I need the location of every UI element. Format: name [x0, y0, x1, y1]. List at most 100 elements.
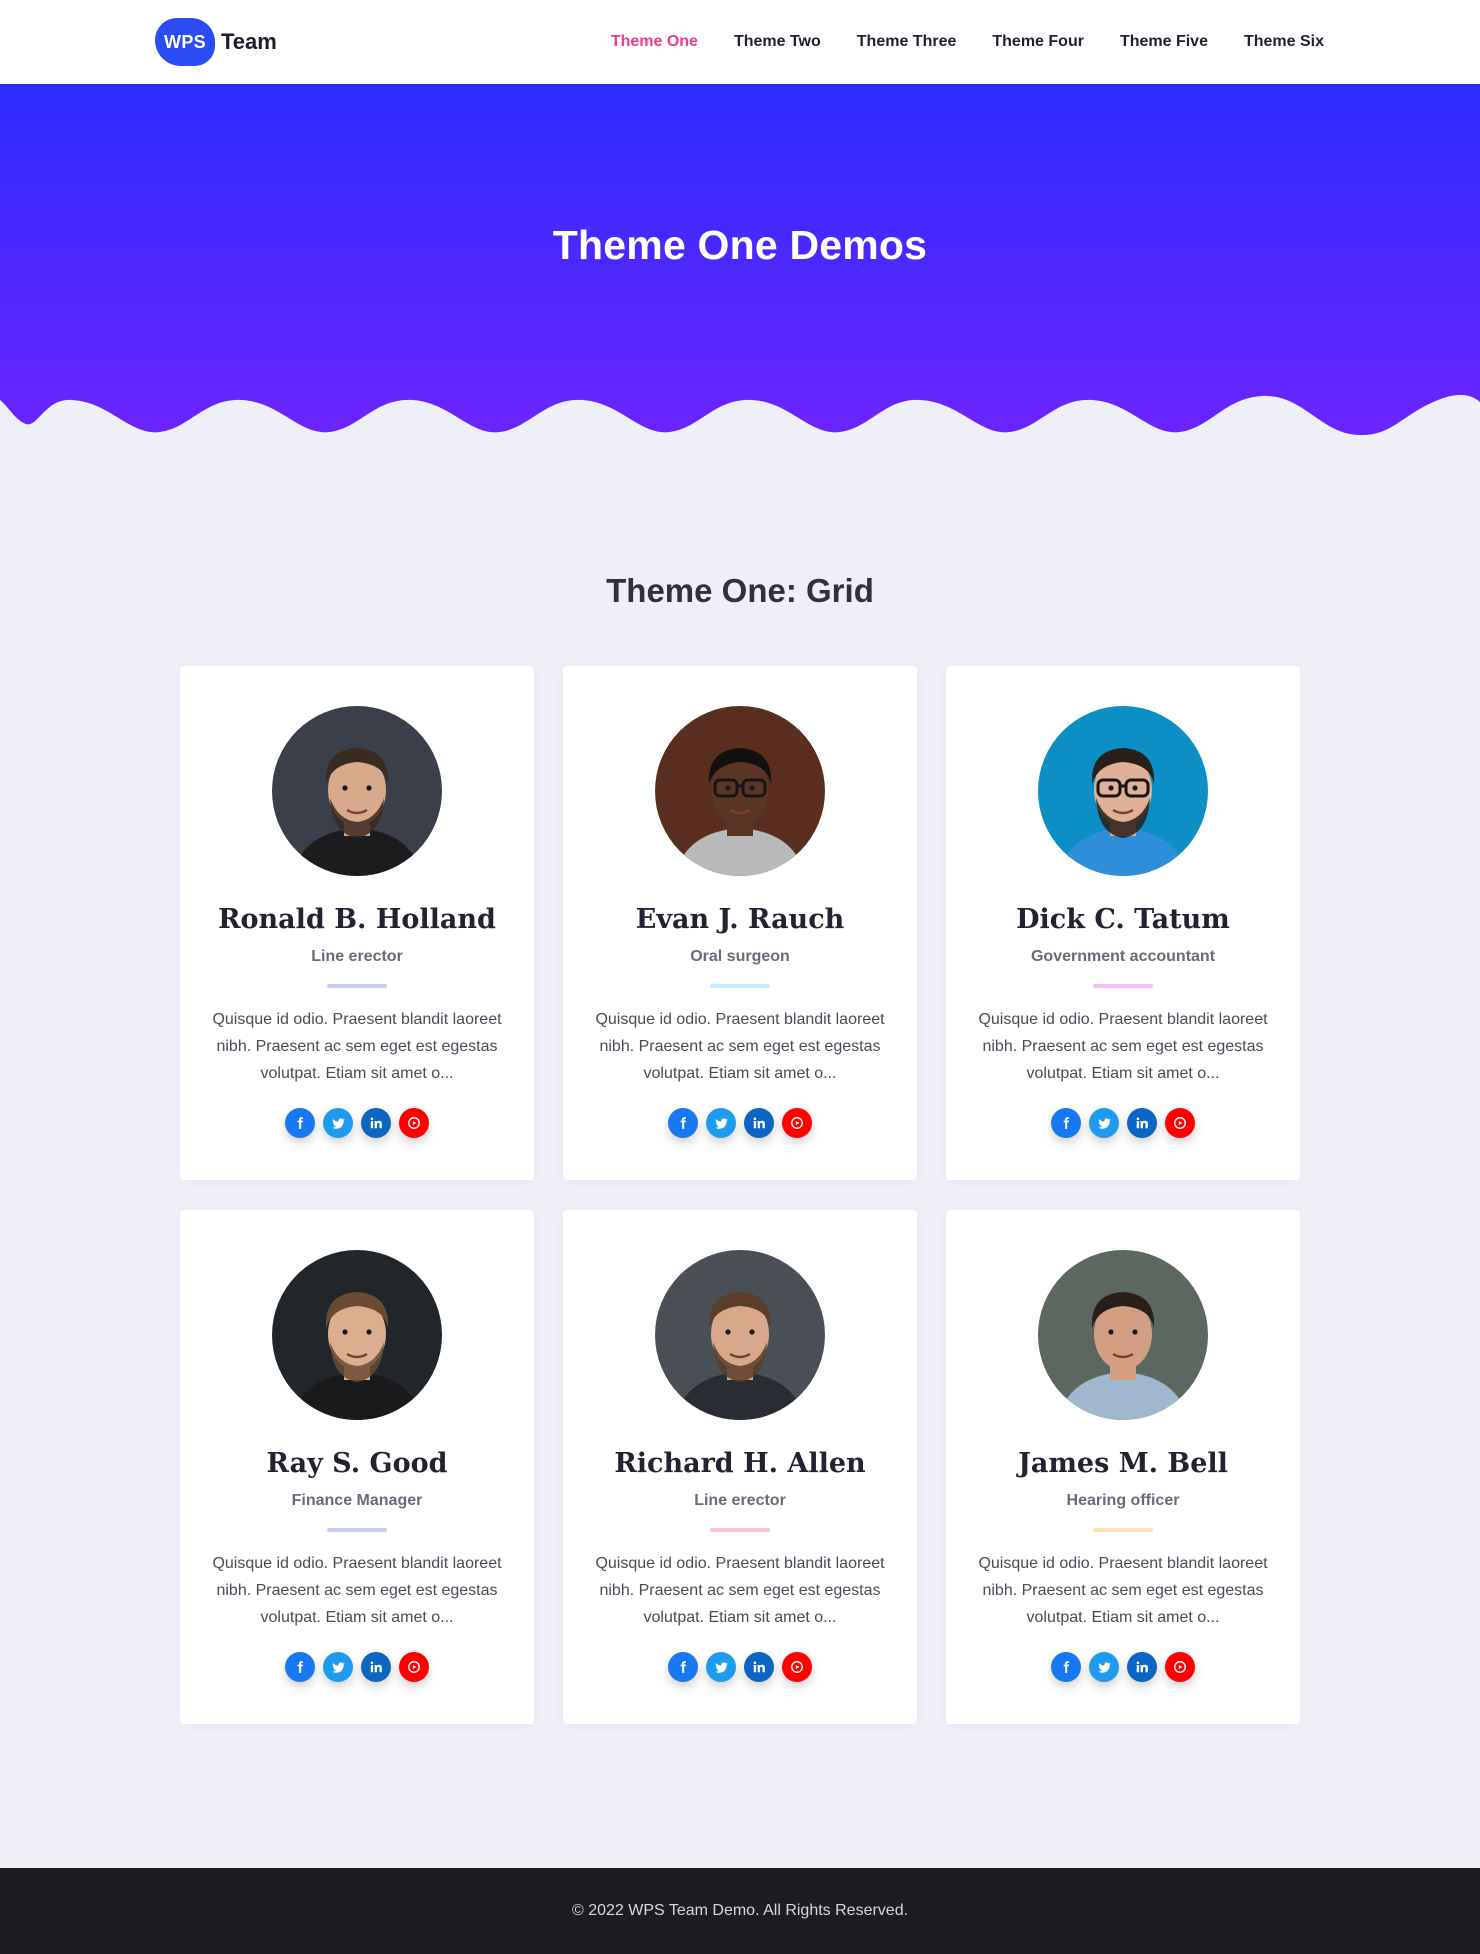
facebook-link[interactable]: [668, 1652, 698, 1682]
accent-divider: [710, 984, 770, 988]
linkedin-link[interactable]: [744, 1652, 774, 1682]
youtube-icon: [1174, 1661, 1186, 1673]
facebook-link[interactable]: [668, 1108, 698, 1138]
site-footer: © 2022 WPS Team Demo. All Rights Reserve…: [0, 1868, 1480, 1954]
accent-divider: [327, 984, 387, 988]
member-role: Finance Manager: [291, 1492, 423, 1509]
youtube-link[interactable]: [399, 1108, 429, 1138]
member-avatar: [655, 1250, 825, 1420]
facebook-link[interactable]: [285, 1652, 315, 1682]
accent-divider: [710, 1528, 770, 1532]
youtube-link[interactable]: [1165, 1652, 1195, 1682]
member-photo: [1038, 1250, 1208, 1420]
hero-banner: Theme One Demos: [0, 84, 1480, 440]
twitter-link[interactable]: [1089, 1652, 1119, 1682]
youtube-icon: [408, 1117, 420, 1129]
facebook-link[interactable]: [1051, 1652, 1081, 1682]
site-header: WPS Team Theme One Theme Two Theme Three…: [0, 0, 1480, 84]
social-links: [563, 1108, 917, 1138]
twitter-link[interactable]: [706, 1652, 736, 1682]
twitter-icon: [714, 1661, 728, 1673]
youtube-link[interactable]: [782, 1108, 812, 1138]
copyright-text: © 2022 WPS Team Demo. All Rights Reserve…: [571, 1902, 909, 1919]
linkedin-link[interactable]: [1127, 1108, 1157, 1138]
social-links: [563, 1652, 917, 1682]
member-name: Dick C. Tatum: [1016, 904, 1230, 935]
social-links: [180, 1108, 534, 1138]
facebook-link[interactable]: [285, 1108, 315, 1138]
linkedin-link[interactable]: [1127, 1652, 1157, 1682]
member-photo: [272, 706, 442, 876]
team-member-card-1: Ronald B. Holland Line erector Quisque i…: [180, 666, 534, 1180]
youtube-link[interactable]: [782, 1652, 812, 1682]
nav-item-theme-two[interactable]: Theme Two: [734, 33, 821, 51]
nav-item-theme-five[interactable]: Theme Five: [1120, 33, 1208, 51]
member-avatar: [272, 706, 442, 876]
linkedin-icon: [1136, 1117, 1148, 1129]
twitter-link[interactable]: [706, 1108, 736, 1138]
member-photo: [272, 1250, 442, 1420]
team-member-card-2: Evan J. Rauch Oral surgeon Quisque id od…: [563, 666, 917, 1180]
linkedin-icon: [370, 1661, 382, 1673]
member-avatar: [1038, 706, 1208, 876]
logo-badge: WPS: [155, 18, 215, 66]
linkedin-icon: [753, 1117, 765, 1129]
accent-divider: [1093, 1528, 1153, 1532]
member-bio: Quisque id odio. Praesent blandit laoree…: [212, 1011, 502, 1082]
member-photo: [1038, 706, 1208, 876]
member-role: Line erector: [694, 1492, 786, 1509]
member-avatar: [1038, 1250, 1208, 1420]
member-role: Oral surgeon: [690, 948, 790, 965]
member-bio: Quisque id odio. Praesent blandit laoree…: [978, 1011, 1268, 1082]
section-title: Theme One: Grid: [606, 572, 874, 609]
linkedin-link[interactable]: [361, 1108, 391, 1138]
linkedin-icon: [370, 1117, 382, 1129]
twitter-icon: [714, 1117, 728, 1129]
nav-item-theme-six[interactable]: Theme Six: [1244, 33, 1324, 51]
nav-item-theme-three[interactable]: Theme Three: [857, 33, 957, 51]
nav-item-theme-four[interactable]: Theme Four: [992, 33, 1084, 51]
nav-item-theme-one[interactable]: Theme One: [611, 33, 698, 51]
member-name: James M. Bell: [1018, 1448, 1228, 1479]
member-name: Ray S. Good: [266, 1448, 448, 1479]
member-name: Ronald B. Holland: [218, 904, 496, 935]
member-bio: Quisque id odio. Praesent blandit laoree…: [978, 1555, 1268, 1626]
accent-divider: [1093, 984, 1153, 988]
member-role: Hearing officer: [1066, 1492, 1180, 1509]
hero-title: Theme One Demos: [552, 222, 928, 268]
member-avatar: [655, 706, 825, 876]
linkedin-link[interactable]: [361, 1652, 391, 1682]
twitter-link[interactable]: [1089, 1108, 1119, 1138]
member-photo: [655, 706, 825, 876]
member-role: Government accountant: [1030, 948, 1216, 965]
social-links: [946, 1652, 1300, 1682]
twitter-icon: [1097, 1117, 1111, 1129]
linkedin-icon: [1136, 1661, 1148, 1673]
social-links: [946, 1108, 1300, 1138]
youtube-link[interactable]: [399, 1652, 429, 1682]
linkedin-link[interactable]: [744, 1108, 774, 1138]
linkedin-icon: [753, 1661, 765, 1673]
member-photo: [655, 1250, 825, 1420]
facebook-icon: [1063, 1117, 1069, 1129]
twitter-icon: [331, 1117, 345, 1129]
twitter-link[interactable]: [323, 1108, 353, 1138]
facebook-icon: [680, 1661, 686, 1673]
twitter-icon: [1097, 1661, 1111, 1673]
facebook-link[interactable]: [1051, 1108, 1081, 1138]
twitter-link[interactable]: [323, 1652, 353, 1682]
member-bio: Quisque id odio. Praesent blandit laoree…: [595, 1011, 885, 1082]
team-grid: Ronald B. Holland Line erector Quisque i…: [180, 666, 1300, 1724]
facebook-icon: [297, 1117, 303, 1129]
member-avatar: [272, 1250, 442, 1420]
team-member-card-4: Ray S. Good Finance Manager Quisque id o…: [180, 1210, 534, 1724]
member-name: Evan J. Rauch: [635, 904, 845, 935]
site-logo[interactable]: WPS Team: [155, 18, 277, 66]
youtube-icon: [791, 1661, 803, 1673]
team-member-card-5: Richard H. Allen Line erector Quisque id…: [563, 1210, 917, 1724]
member-bio: Quisque id odio. Praesent blandit laoree…: [212, 1555, 502, 1626]
social-links: [180, 1652, 534, 1682]
twitter-icon: [331, 1661, 345, 1673]
logo-text: Team: [221, 29, 277, 54]
youtube-link[interactable]: [1165, 1108, 1195, 1138]
